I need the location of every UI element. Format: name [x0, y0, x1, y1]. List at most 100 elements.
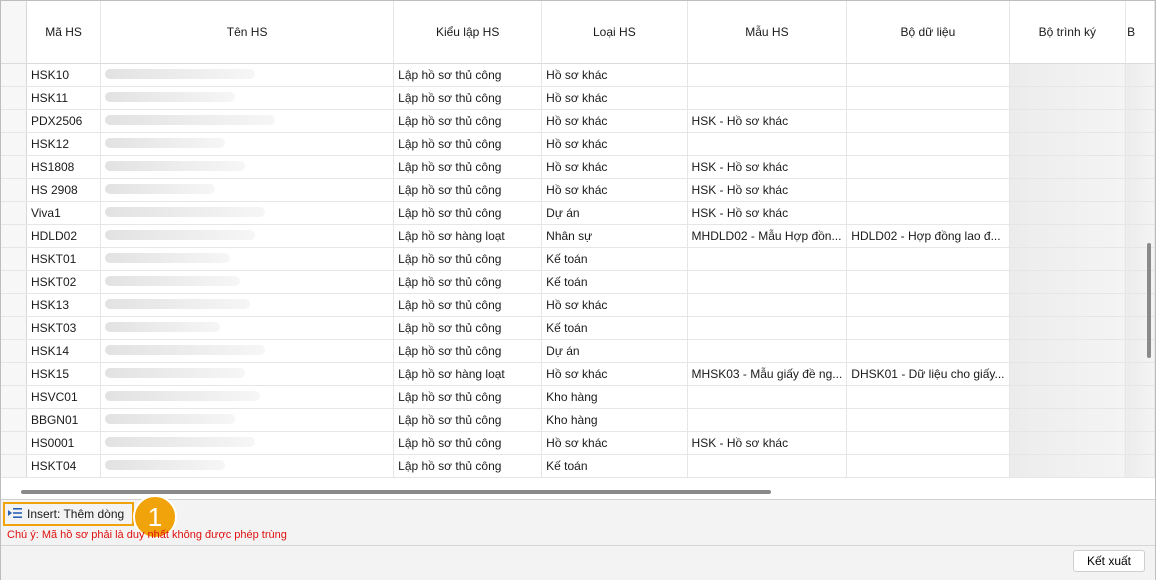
- cell-ma-hs[interactable]: HSVC01: [26, 385, 102, 409]
- cell-ten-hs[interactable]: [100, 132, 395, 156]
- cell-mau-hs[interactable]: MHDLD02 - Mẫu Hợp đồn...: [687, 224, 848, 248]
- cell-mau-hs[interactable]: [687, 247, 848, 271]
- cell-bo-du-lieu[interactable]: [846, 247, 1010, 271]
- cell-bo-du-lieu[interactable]: [846, 270, 1010, 294]
- cell-loai-hs[interactable]: Kế toán: [541, 247, 688, 271]
- cell-mau-hs[interactable]: [687, 86, 848, 110]
- table-row[interactable]: PDX2506 Lập hồ sơ thủ công Hồ sơ khác HSK -…: [1, 109, 1155, 133]
- cell-kieu-lap[interactable]: Lập hồ sơ thủ công: [393, 454, 543, 478]
- cell-bo-du-lieu[interactable]: [846, 339, 1010, 363]
- cell-mau-hs[interactable]: HSK - Hồ sơ khác: [687, 155, 848, 179]
- cell-kieu-lap[interactable]: Lập hồ sơ thủ công: [393, 178, 543, 202]
- cell-ma-hs[interactable]: HS 2908: [26, 178, 102, 202]
- cell-ten-hs[interactable]: [100, 109, 395, 133]
- cell-kieu-lap[interactable]: Lập hồ sơ thủ công: [393, 155, 543, 179]
- cell-bo-du-lieu[interactable]: [846, 132, 1010, 156]
- cell-ma-hs[interactable]: HSK13: [26, 293, 102, 317]
- col-header-mau-hs[interactable]: Mẫu HS: [687, 1, 848, 64]
- cell-mau-hs[interactable]: HSK - Hồ sơ khác: [687, 201, 848, 225]
- cell-bo-du-lieu[interactable]: [846, 201, 1010, 225]
- cell-mau-hs[interactable]: [687, 132, 848, 156]
- cell-ten-hs[interactable]: [100, 431, 395, 455]
- table-row[interactable]: HSKT01 Lập hồ sơ thủ công Kế toán: [1, 247, 1155, 271]
- insert-row-button[interactable]: Insert: Thêm dòng: [3, 502, 134, 526]
- table-row[interactable]: HDLD02 Lập hồ sơ hàng loạt Nhân sự MHDLD02 …: [1, 224, 1155, 248]
- cell-bo-trinh-ky[interactable]: [1009, 454, 1127, 478]
- col-header-loai-hs[interactable]: Loại HS: [541, 1, 688, 64]
- cell-mau-hs[interactable]: HSK - Hồ sơ khác: [687, 178, 848, 202]
- cell-bo-du-lieu[interactable]: [846, 431, 1010, 455]
- cell-partial[interactable]: [1125, 63, 1155, 87]
- cell-kieu-lap[interactable]: Lập hồ sơ thủ công: [393, 109, 543, 133]
- cell-ma-hs[interactable]: Viva1: [26, 201, 102, 225]
- cell-kieu-lap[interactable]: Lập hồ sơ thủ công: [393, 201, 543, 225]
- cell-bo-trinh-ky[interactable]: [1009, 109, 1127, 133]
- cell-loai-hs[interactable]: Hồ sơ khác: [541, 293, 688, 317]
- cell-loai-hs[interactable]: Kế toán: [541, 316, 688, 340]
- cell-ten-hs[interactable]: [100, 247, 395, 271]
- cell-kieu-lap[interactable]: Lập hồ sơ thủ công: [393, 408, 543, 432]
- cell-mau-hs[interactable]: [687, 63, 848, 87]
- cell-ten-hs[interactable]: [100, 454, 395, 478]
- cell-kieu-lap[interactable]: Lập hồ sơ thủ công: [393, 431, 543, 455]
- cell-ten-hs[interactable]: [100, 201, 395, 225]
- cell-ten-hs[interactable]: [100, 293, 395, 317]
- cell-ten-hs[interactable]: [100, 86, 395, 110]
- cell-ten-hs[interactable]: [100, 385, 395, 409]
- table-row[interactable]: HSKT03 Lập hồ sơ thủ công Kế toán: [1, 316, 1155, 340]
- cell-ma-hs[interactable]: HSK14: [26, 339, 102, 363]
- cell-bo-trinh-ky[interactable]: [1009, 431, 1127, 455]
- cell-bo-trinh-ky[interactable]: [1009, 86, 1127, 110]
- cell-bo-trinh-ky[interactable]: [1009, 385, 1127, 409]
- cell-ma-hs[interactable]: HSK10: [26, 63, 102, 87]
- cell-partial[interactable]: [1125, 385, 1155, 409]
- cell-mau-hs[interactable]: [687, 270, 848, 294]
- cell-bo-trinh-ky[interactable]: [1009, 316, 1127, 340]
- cell-ma-hs[interactable]: HDLD02: [26, 224, 102, 248]
- cell-loai-hs[interactable]: Hồ sơ khác: [541, 362, 688, 386]
- table-row[interactable]: HSVC01 Lập hồ sơ thủ công Kho hàng: [1, 385, 1155, 409]
- table-row[interactable]: HSK14 Lập hồ sơ thủ công Dự án: [1, 339, 1155, 363]
- cell-bo-trinh-ky[interactable]: [1009, 224, 1127, 248]
- cell-partial[interactable]: [1125, 178, 1155, 202]
- cell-loai-hs[interactable]: Kế toán: [541, 270, 688, 294]
- cell-loai-hs[interactable]: Hồ sơ khác: [541, 132, 688, 156]
- cell-ten-hs[interactable]: [100, 155, 395, 179]
- table-row[interactable]: HS1808 Lập hồ sơ thủ công Hồ sơ khác HSK - …: [1, 155, 1155, 179]
- cell-kieu-lap[interactable]: Lập hồ sơ thủ công: [393, 293, 543, 317]
- cell-mau-hs[interactable]: [687, 408, 848, 432]
- cell-ma-hs[interactable]: HSKT02: [26, 270, 102, 294]
- cell-bo-du-lieu[interactable]: [846, 293, 1010, 317]
- cell-kieu-lap[interactable]: Lập hồ sơ thủ công: [393, 385, 543, 409]
- cell-ma-hs[interactable]: HS1808: [26, 155, 102, 179]
- cell-ten-hs[interactable]: [100, 339, 395, 363]
- cell-mau-hs[interactable]: HSK - Hồ sơ khác: [687, 431, 848, 455]
- cell-mau-hs[interactable]: [687, 293, 848, 317]
- cell-kieu-lap[interactable]: Lập hồ sơ thủ công: [393, 339, 543, 363]
- cell-loai-hs[interactable]: Dự án: [541, 201, 688, 225]
- cell-ten-hs[interactable]: [100, 316, 395, 340]
- col-header-kieu-lap[interactable]: Kiểu lập HS: [393, 1, 543, 64]
- cell-loai-hs[interactable]: Hồ sơ khác: [541, 63, 688, 87]
- cell-partial[interactable]: [1125, 431, 1155, 455]
- table-row[interactable]: HSK10 Lập hồ sơ thủ công Hồ sơ khác: [1, 63, 1155, 87]
- cell-mau-hs[interactable]: [687, 385, 848, 409]
- col-header-bo-trinh-ky[interactable]: Bộ trình ký: [1009, 1, 1127, 64]
- cell-kieu-lap[interactable]: Lập hồ sơ thủ công: [393, 132, 543, 156]
- cell-loai-hs[interactable]: Kế toán: [541, 454, 688, 478]
- cell-ma-hs[interactable]: HSKT04: [26, 454, 102, 478]
- cell-kieu-lap[interactable]: Lập hồ sơ thủ công: [393, 63, 543, 87]
- cell-mau-hs[interactable]: [687, 316, 848, 340]
- cell-bo-du-lieu[interactable]: [846, 454, 1010, 478]
- cell-partial[interactable]: [1125, 454, 1155, 478]
- table-row[interactable]: BBGN01 Lập hồ sơ thủ công Kho hàng: [1, 408, 1155, 432]
- cell-partial[interactable]: [1125, 86, 1155, 110]
- cell-loai-hs[interactable]: Hồ sơ khác: [541, 178, 688, 202]
- col-header-ten-hs[interactable]: Tên HS: [100, 1, 395, 64]
- cell-partial[interactable]: [1125, 362, 1155, 386]
- cell-kieu-lap[interactable]: Lập hồ sơ thủ công: [393, 270, 543, 294]
- table-row[interactable]: HSK15 Lập hồ sơ hàng loạt Hồ sơ khác MHSK03…: [1, 362, 1155, 386]
- cell-bo-du-lieu[interactable]: HDLD02 - Hợp đồng lao đ...: [846, 224, 1010, 248]
- cell-loai-hs[interactable]: Hồ sơ khác: [541, 109, 688, 133]
- cell-kieu-lap[interactable]: Lập hồ sơ thủ công: [393, 316, 543, 340]
